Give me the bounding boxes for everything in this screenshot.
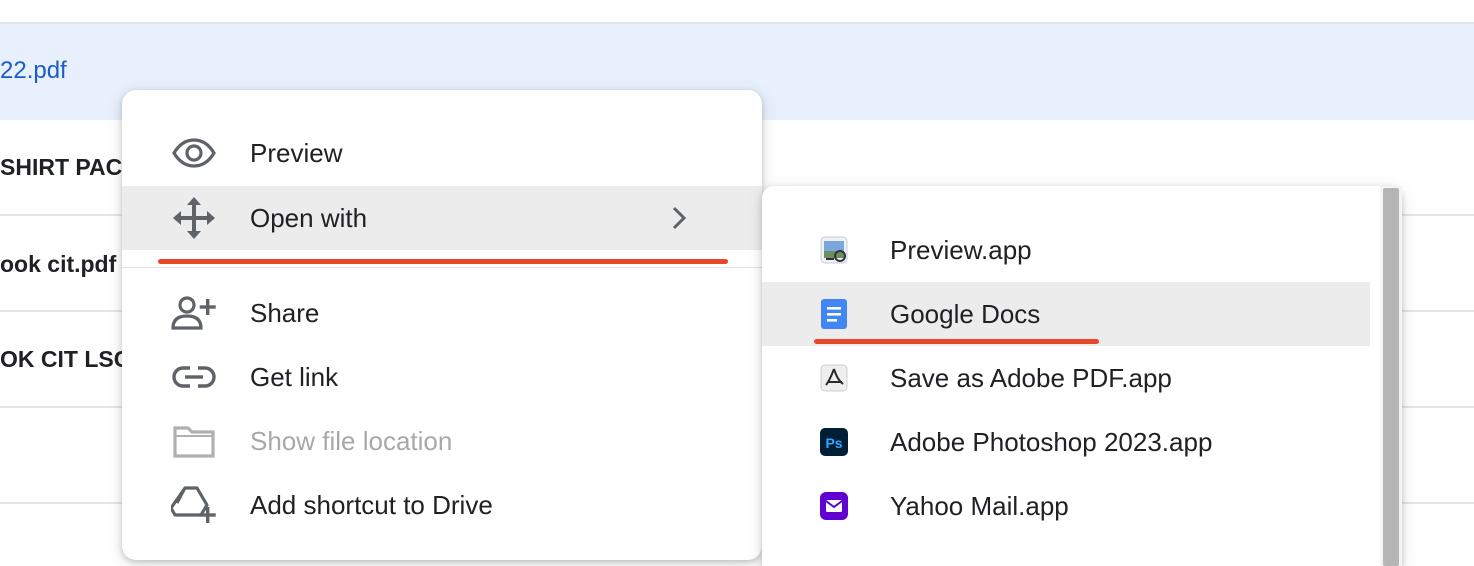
photoshop-icon: Ps xyxy=(818,426,850,458)
eye-icon xyxy=(170,135,218,171)
submenu-scrollbar[interactable] xyxy=(1380,186,1402,566)
menu-item-add-shortcut[interactable]: Add shortcut to Drive xyxy=(122,473,762,537)
menu-item-label: Add shortcut to Drive xyxy=(250,489,493,520)
submenu-item-google-docs[interactable]: Google Docs xyxy=(762,282,1370,346)
adobe-pdf-icon xyxy=(818,362,850,394)
file-row-name[interactable]: OK CIT LSC xyxy=(0,346,130,373)
menu-item-label: Show file location xyxy=(250,425,453,456)
submenu-item-label: Google Docs xyxy=(890,299,1041,329)
menu-item-label: Preview xyxy=(250,137,343,168)
submenu-item-label: Adobe Photoshop 2023.app xyxy=(890,427,1213,457)
file-row-name[interactable]: SHIRT PACK xyxy=(0,154,139,181)
file-row-name[interactable]: ook cit.pdf xyxy=(0,251,116,278)
menu-item-label: Open with xyxy=(250,202,368,233)
scrollbar-thumb[interactable] xyxy=(1383,188,1399,566)
submenu-item-label: Preview.app xyxy=(890,235,1032,265)
selected-file-name[interactable]: 22.pdf xyxy=(0,57,67,85)
submenu-item-label: Save as Adobe PDF.app xyxy=(890,363,1172,393)
submenu-item-yahoo-mail[interactable]: Yahoo Mail.app xyxy=(762,474,1370,538)
context-menu: Preview Open with Share Get link Show fi… xyxy=(122,90,762,560)
open-with-icon xyxy=(170,197,218,239)
annotation-underline xyxy=(814,339,1099,344)
menu-item-share[interactable]: Share xyxy=(122,281,762,345)
menu-item-open-with[interactable]: Open with xyxy=(122,186,762,250)
chevron-right-icon xyxy=(668,204,690,232)
submenu-item-adobe-pdf[interactable]: Save as Adobe PDF.app xyxy=(762,346,1370,410)
add-shortcut-icon xyxy=(170,486,218,523)
person-add-icon xyxy=(170,295,218,331)
menu-item-get-link[interactable]: Get link xyxy=(122,345,762,409)
svg-text:Ps: Ps xyxy=(825,435,842,451)
open-with-submenu: Preview.app Google Docs Save as Adobe PD… xyxy=(762,186,1402,566)
menu-item-label: Get link xyxy=(250,361,339,392)
preview-app-icon xyxy=(818,234,850,266)
menu-item-preview[interactable]: Preview xyxy=(122,121,762,185)
submenu-item-preview-app[interactable]: Preview.app xyxy=(762,218,1370,282)
submenu-item-photoshop[interactable]: Ps Adobe Photoshop 2023.app xyxy=(762,410,1370,474)
yahoo-mail-icon xyxy=(818,490,850,522)
annotation-underline xyxy=(158,259,728,264)
google-docs-icon xyxy=(818,298,850,330)
menu-item-label: Share xyxy=(250,297,320,328)
link-icon xyxy=(170,359,218,395)
menu-item-show-file-location: Show file location xyxy=(122,409,762,473)
submenu-item-label: Yahoo Mail.app xyxy=(890,491,1069,521)
folder-icon xyxy=(170,423,218,459)
menu-divider xyxy=(122,267,762,268)
